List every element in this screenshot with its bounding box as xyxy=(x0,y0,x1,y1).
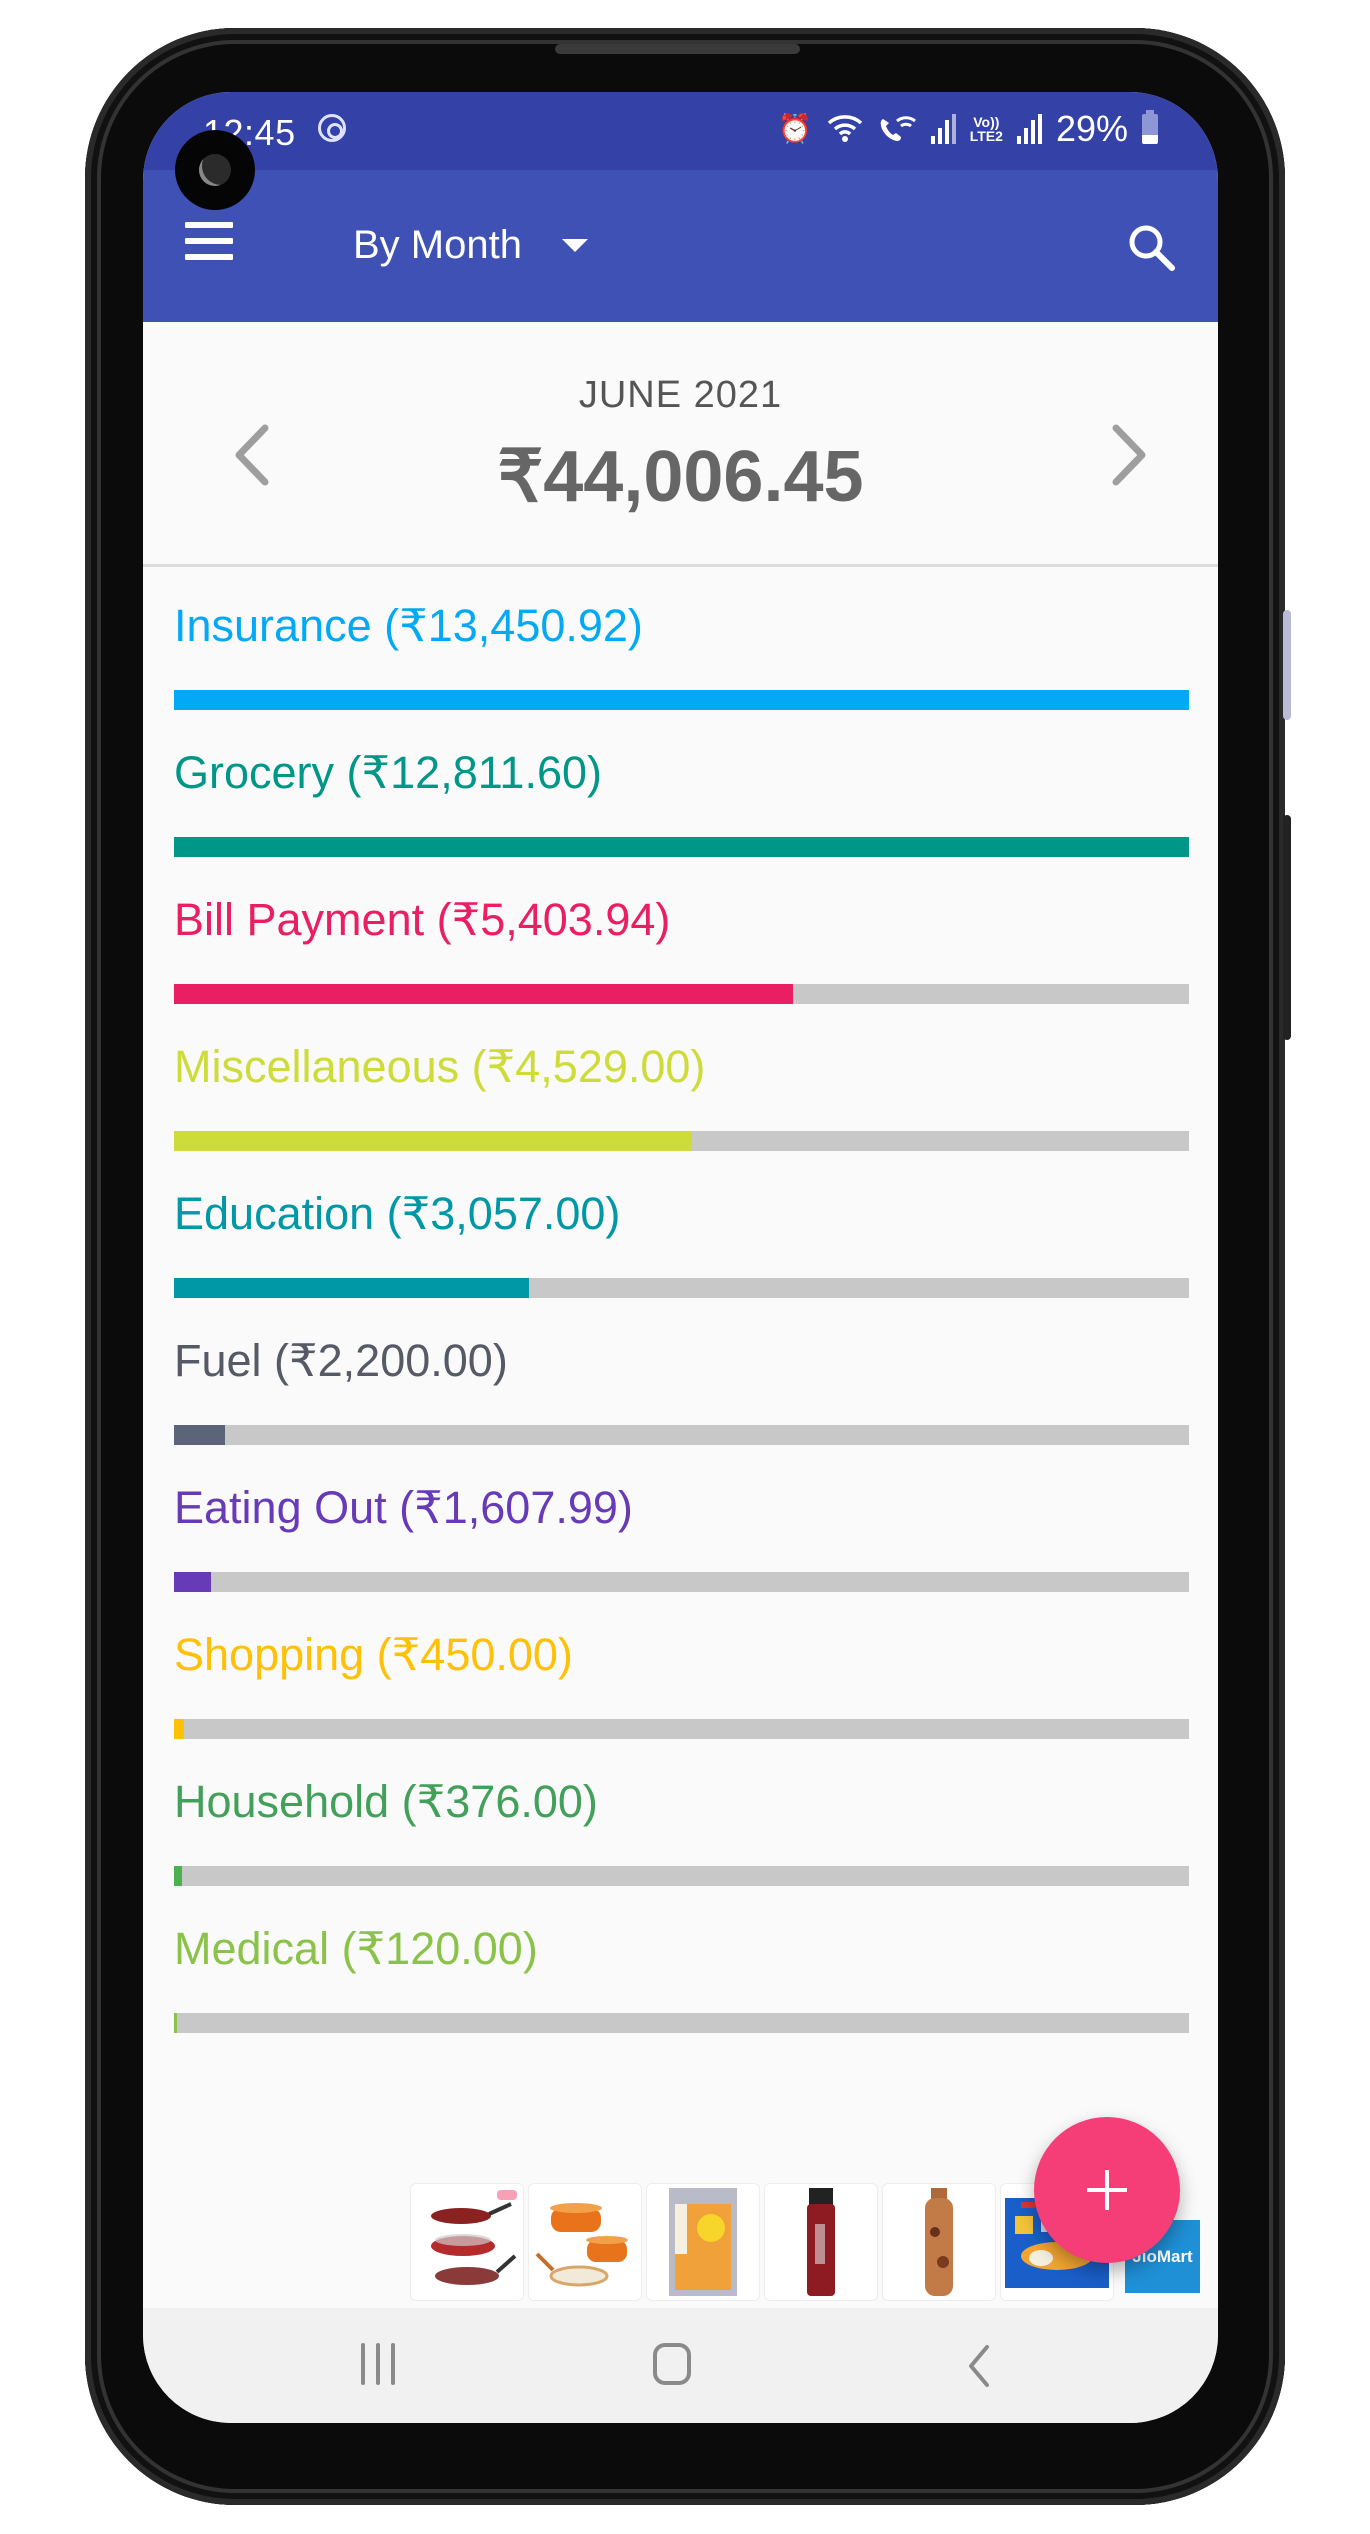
category-progress-track xyxy=(174,1719,1189,1739)
category-progress-track xyxy=(174,1131,1189,1151)
category-progress-fill xyxy=(174,1719,185,1739)
category-progress-track xyxy=(174,1866,1189,1886)
category-label: Insurance (₹13,450.92) xyxy=(174,600,643,651)
category-progress-fill xyxy=(174,984,794,1004)
signal-sim2-icon xyxy=(1016,114,1042,144)
category-label: Grocery (₹12,811.60) xyxy=(174,747,602,798)
wifi-calling-icon xyxy=(880,116,916,141)
category-row-miscellaneous[interactable]: Miscellaneous (₹4,529.00) xyxy=(174,1008,1189,1155)
category-progress-fill xyxy=(174,1425,225,1445)
category-progress-track xyxy=(174,1572,1189,1592)
category-progress-fill xyxy=(174,1866,183,1886)
category-label: Eating Out (₹1,607.99) xyxy=(174,1482,633,1533)
ad-banner[interactable]: JioMart xyxy=(268,2180,1200,2305)
status-icons: ⏰ Vo)) LTE2 29% xyxy=(778,108,1158,150)
category-label: Education (₹3,057.00) xyxy=(174,1188,621,1239)
earpiece-speaker xyxy=(555,44,800,54)
ad-thumb-copper-bottle[interactable] xyxy=(882,2183,996,2301)
period-label: JUNE 2021 xyxy=(578,374,783,416)
signal-sim1-icon xyxy=(930,114,956,144)
category-progress-fill xyxy=(174,1572,211,1592)
home-icon[interactable] xyxy=(653,2343,691,2385)
category-progress-fill xyxy=(174,1278,530,1298)
app-screen: 12:45 ⏰ Vo)) LTE2 29% By Month JUNE 2021 … xyxy=(143,92,1218,2423)
volume-button xyxy=(1283,610,1291,720)
category-progress-track xyxy=(174,984,1189,1004)
view-mode-dropdown[interactable]: By Month xyxy=(353,210,588,280)
search-icon[interactable] xyxy=(1124,220,1178,274)
category-progress-track xyxy=(174,690,1189,710)
chevron-right-icon[interactable] xyxy=(1098,410,1158,500)
category-row-eating-out[interactable]: Eating Out (₹1,607.99) xyxy=(174,1449,1189,1596)
category-progress-track xyxy=(174,2013,1189,2033)
category-row-insurance[interactable]: Insurance (₹13,450.92) xyxy=(174,567,1189,714)
add-expense-button[interactable] xyxy=(1034,2117,1180,2263)
front-camera xyxy=(175,130,255,210)
category-progress-track xyxy=(174,1425,1189,1445)
category-progress-fill xyxy=(174,1131,692,1151)
category-row-fuel[interactable]: Fuel (₹2,200.00) xyxy=(174,1302,1189,1449)
category-progress-track xyxy=(174,1278,1189,1298)
category-label: Medical (₹120.00) xyxy=(174,1923,538,1974)
status-bar: 12:45 ⏰ Vo)) LTE2 29% xyxy=(143,92,1218,170)
sync-icon xyxy=(318,114,346,142)
battery-icon xyxy=(1142,110,1158,144)
ad-thumb-cookware-set[interactable] xyxy=(410,2183,524,2301)
back-icon[interactable] xyxy=(963,2343,993,2389)
system-nav-bar xyxy=(143,2308,1218,2423)
category-progress-fill xyxy=(174,690,1189,710)
ad-thumb-sunflower-oil[interactable] xyxy=(646,2183,760,2301)
battery-percent: 29% xyxy=(1055,108,1128,149)
category-label: Fuel (₹2,200.00) xyxy=(174,1335,508,1386)
category-label: Household (₹376.00) xyxy=(174,1776,598,1827)
app-toolbar: By Month xyxy=(143,170,1218,322)
period-header: JUNE 2021 ₹44,006.45 xyxy=(143,322,1218,567)
category-row-grocery[interactable]: Grocery (₹12,811.60) xyxy=(174,714,1189,861)
category-row-household[interactable]: Household (₹376.00) xyxy=(174,1743,1189,1890)
wifi-icon xyxy=(827,115,862,142)
category-progress-fill xyxy=(174,837,1189,857)
ad-thumb-ceramic-cookware[interactable] xyxy=(528,2183,642,2301)
caret-down-icon xyxy=(561,238,588,252)
category-row-shopping[interactable]: Shopping (₹450.00) xyxy=(174,1596,1189,1743)
power-button xyxy=(1283,815,1291,1040)
category-row-education[interactable]: Education (₹3,057.00) xyxy=(174,1155,1189,1302)
category-label: Bill Payment (₹5,403.94) xyxy=(174,894,671,945)
volte-lte2-icon: Vo)) LTE2 xyxy=(969,114,1003,144)
recents-icon[interactable] xyxy=(361,2343,401,2389)
category-label: Shopping (₹450.00) xyxy=(174,1629,573,1680)
alarm-icon: ⏰ xyxy=(777,113,813,144)
hamburger-menu-icon[interactable] xyxy=(185,222,233,260)
period-total: ₹44,006.45 xyxy=(497,437,864,517)
category-row-medical[interactable]: Medical (₹120.00) xyxy=(174,1890,1189,2037)
category-progress-fill xyxy=(174,2013,178,2033)
category-label: Miscellaneous (₹4,529.00) xyxy=(174,1041,706,1092)
view-mode-label: By Month xyxy=(353,222,522,267)
category-row-bill-payment[interactable]: Bill Payment (₹5,403.94) xyxy=(174,861,1189,1008)
ad-thumb-deodorant[interactable] xyxy=(764,2183,878,2301)
category-progress-track xyxy=(174,837,1189,857)
